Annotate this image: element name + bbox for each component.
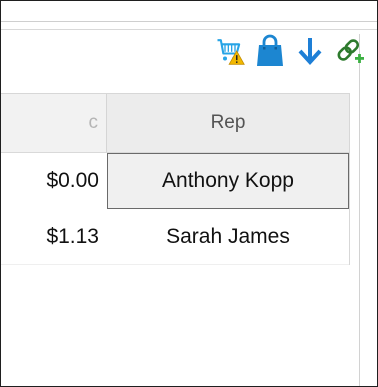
top-divider-line bbox=[1, 21, 377, 22]
toolbar bbox=[215, 31, 365, 71]
rep-value: Sarah James bbox=[166, 225, 290, 248]
rep-cell-selected[interactable]: Anthony Kopp bbox=[107, 153, 349, 209]
rep-cell[interactable]: Sarah James bbox=[107, 209, 349, 265]
shopping-cart-warning-icon bbox=[217, 39, 245, 65]
amount-column-header[interactable]: c bbox=[1, 94, 107, 152]
rep-column-header[interactable]: Rep bbox=[107, 94, 349, 152]
rep-header-label: Rep bbox=[210, 112, 246, 133]
amount-value: $0.00 bbox=[46, 169, 99, 192]
download-arrow-icon bbox=[298, 38, 322, 65]
data-grid: c Rep $0.00 Anthony Kopp $1.13 Sarah Jam… bbox=[1, 93, 350, 265]
rep-value: Anthony Kopp bbox=[162, 169, 294, 192]
table-row[interactable]: $0.00 Anthony Kopp bbox=[1, 153, 349, 209]
grid-header-row: c Rep bbox=[1, 94, 349, 153]
amount-cell[interactable]: $1.13 bbox=[1, 209, 107, 265]
amount-value: $1.13 bbox=[46, 225, 99, 248]
link-add-button[interactable] bbox=[335, 35, 365, 67]
app-window: c Rep $0.00 Anthony Kopp $1.13 Sarah Jam… bbox=[0, 0, 378, 387]
right-gutter bbox=[360, 34, 377, 386]
top-strip bbox=[1, 1, 377, 31]
amount-header-partial-text: c bbox=[88, 112, 99, 133]
shopping-bag-icon bbox=[257, 34, 283, 66]
link-add-icon bbox=[337, 39, 364, 63]
amount-cell[interactable]: $0.00 bbox=[1, 153, 107, 209]
table-row[interactable]: $1.13 Sarah James bbox=[1, 209, 349, 265]
top-divider-line-2 bbox=[1, 29, 377, 30]
download-button[interactable] bbox=[295, 35, 325, 67]
cart-warning-button[interactable] bbox=[215, 35, 245, 67]
row-divider bbox=[1, 264, 349, 265]
bag-button[interactable] bbox=[255, 34, 285, 67]
